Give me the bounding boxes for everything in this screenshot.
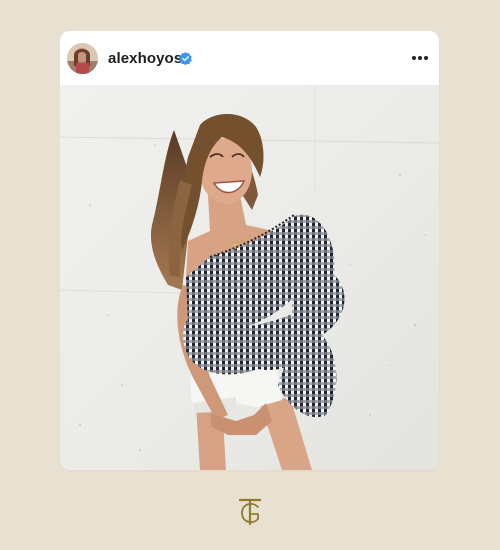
post-photo[interactable] xyxy=(60,85,439,470)
avatar[interactable] xyxy=(67,43,98,74)
tg-monogram-logo: TG xyxy=(238,498,262,526)
more-options-icon[interactable] xyxy=(407,47,433,69)
post-header: alexhoyos xyxy=(60,31,439,85)
username-link[interactable]: alexhoyos xyxy=(108,50,182,68)
post-image xyxy=(60,85,439,470)
avatar-image xyxy=(67,43,98,74)
verified-badge-icon xyxy=(179,52,192,65)
instagram-post-card: alexhoyos xyxy=(60,31,439,470)
